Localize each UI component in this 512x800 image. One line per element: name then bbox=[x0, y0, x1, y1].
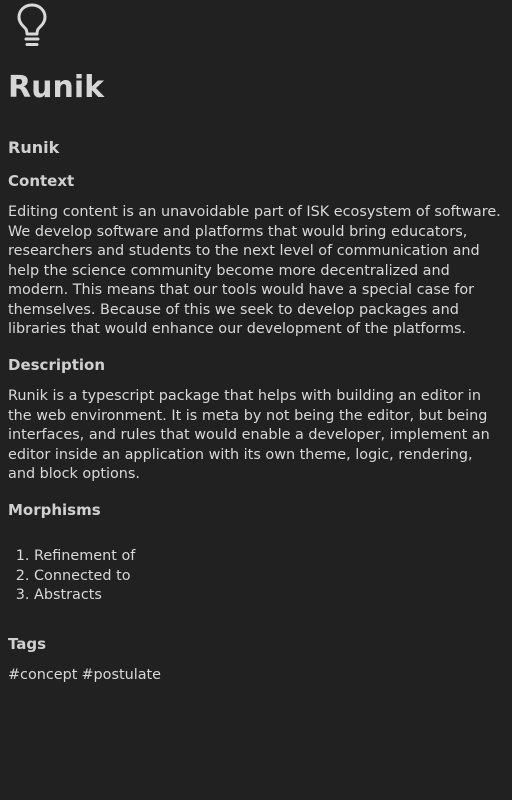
description-paragraph: Runik is a typescript package that helps… bbox=[8, 388, 490, 482]
morphism-item-abstracts: Abstracts bbox=[34, 586, 135, 606]
tags-heading: Tags bbox=[8, 635, 47, 653]
context-paragraph: Editing content is an unavoidable part o… bbox=[8, 204, 501, 337]
morphisms-list: Refinement of Connected to Abstracts bbox=[8, 547, 135, 606]
morphism-item-refinement: Refinement of bbox=[34, 547, 135, 567]
morphisms-heading: Morphisms bbox=[8, 501, 101, 519]
tag-concept[interactable]: #concept bbox=[8, 667, 77, 683]
morphism-item-connected: Connected to bbox=[34, 567, 135, 587]
lightbulb-icon bbox=[17, 3, 47, 46]
context-heading: Context bbox=[8, 172, 75, 190]
page-subtitle: Runik bbox=[8, 138, 60, 157]
document-page: Runik Runik Context Editing content is a… bbox=[0, 0, 512, 800]
description-heading: Description bbox=[8, 356, 106, 374]
tags-list: #concept #postulate bbox=[8, 666, 165, 686]
page-title: Runik bbox=[8, 70, 105, 105]
tag-postulate[interactable]: #postulate bbox=[81, 667, 161, 683]
